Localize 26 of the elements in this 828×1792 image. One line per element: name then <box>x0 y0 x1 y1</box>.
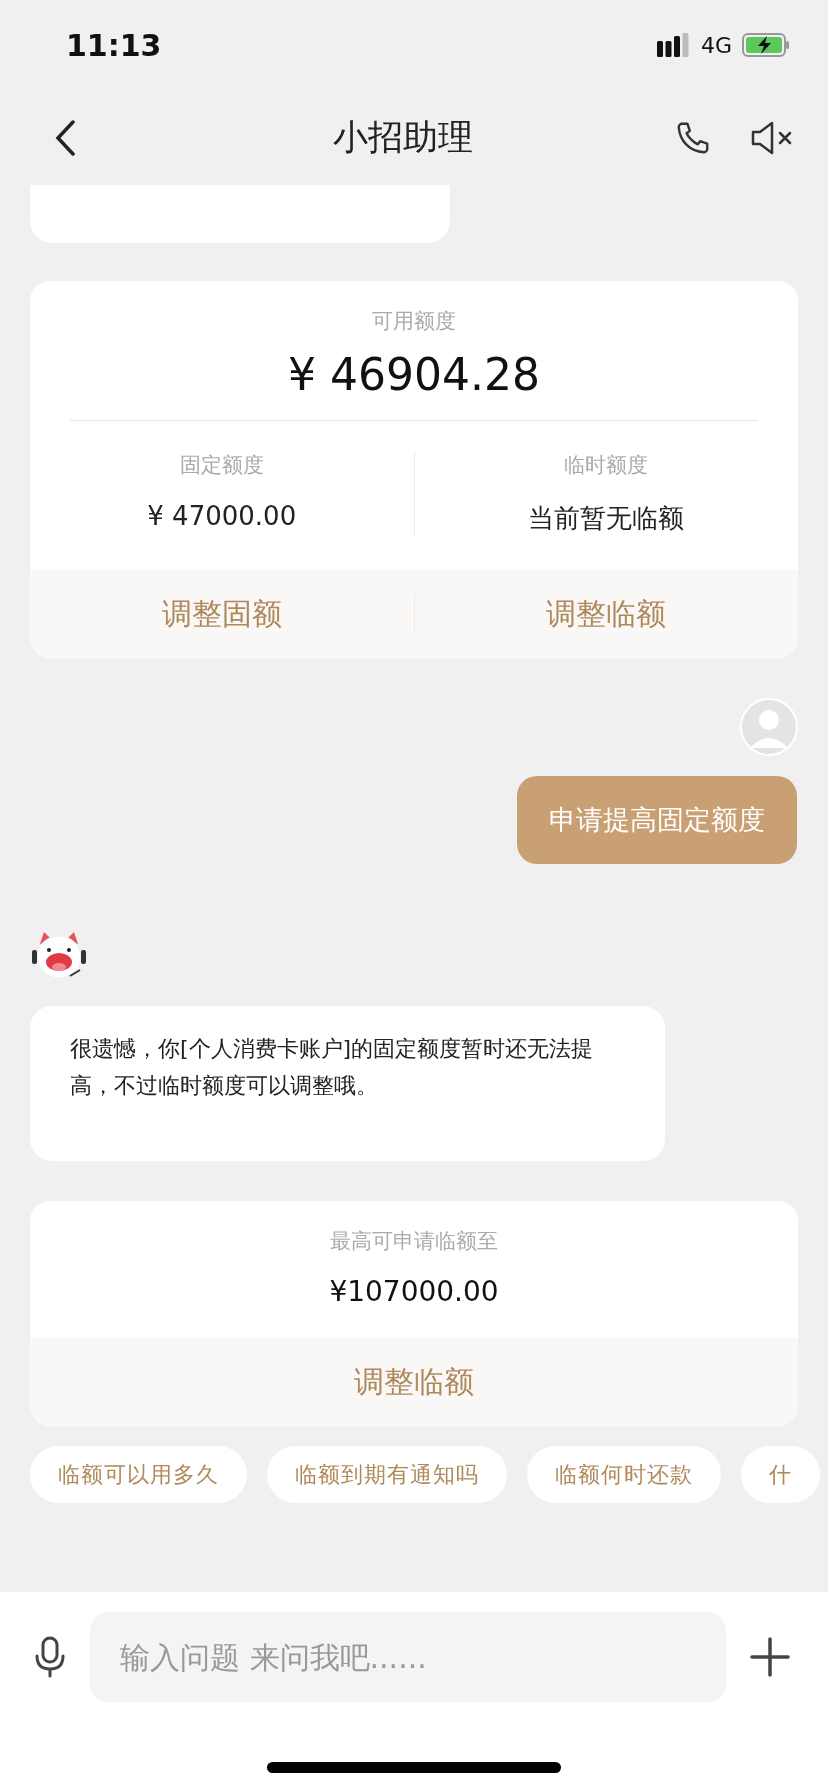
bot-message: 很遗憾，你[个人消费卡账户]的固定额度暂时还无法提高，不过临时额度可以调整哦。 <box>30 1006 665 1161</box>
adjust-button[interactable]: 调整临额 <box>413 594 798 634</box>
page-title: 小招助理 <box>333 116 473 159</box>
user-message: 申请提高固定额度 <box>517 776 797 864</box>
network-label: 4G <box>700 32 732 58</box>
limit-value: 当前暂无临额 <box>528 502 685 535</box>
suggestion-chip[interactable]: 什 <box>741 1446 820 1503</box>
amount-text: ¥107000.00 <box>328 1275 500 1308</box>
microphone-icon[interactable] <box>34 1636 66 1678</box>
card-label: 可用额度 <box>371 308 457 335</box>
amount-text: ¥ 46904.28 <box>287 349 541 400</box>
question-input[interactable]: 输入问题 来问我吧...... <box>90 1612 726 1702</box>
back-icon[interactable] <box>54 119 76 156</box>
suggestion-chip[interactable]: 临额何时还款 <box>527 1446 721 1503</box>
limit-value: ¥ 47000.00 <box>147 501 297 531</box>
adjust-button[interactable]: 调整固额 <box>30 594 414 634</box>
suggestion-chip[interactable]: 临额可以用多久 <box>30 1446 247 1503</box>
user-avatar-icon <box>740 698 798 756</box>
plus-icon[interactable] <box>750 1637 790 1677</box>
limit-label: 临时额度 <box>564 452 649 479</box>
limit-label: 固定额度 <box>179 452 264 479</box>
signal-icon <box>656 33 691 57</box>
suggestion-chip[interactable]: 临额到期有通知吗 <box>267 1446 507 1503</box>
card-label: 最高可申请临额至 <box>329 1228 499 1255</box>
battery-icon <box>742 33 790 57</box>
status-time: 11:13 <box>66 27 162 63</box>
